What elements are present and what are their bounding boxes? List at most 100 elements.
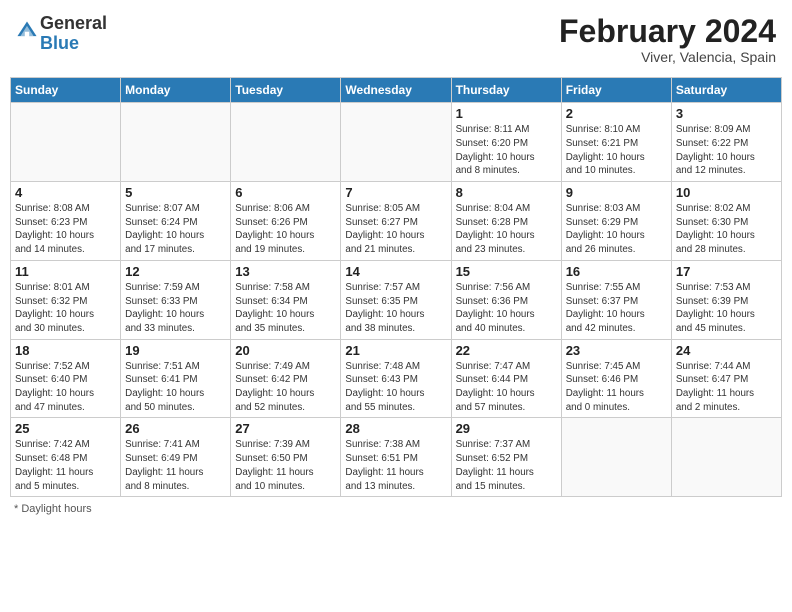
day-number: 14: [345, 264, 446, 279]
day-number: 2: [566, 106, 667, 121]
day-info: Sunrise: 8:11 AM Sunset: 6:20 PM Dayligh…: [456, 123, 557, 178]
month-year-title: February 2024: [559, 14, 776, 49]
day-number: 9: [566, 185, 667, 200]
column-header-thursday: Thursday: [451, 78, 561, 103]
calendar-cell: 8Sunrise: 8:04 AM Sunset: 6:28 PM Daylig…: [451, 182, 561, 261]
day-info: Sunrise: 8:03 AM Sunset: 6:29 PM Dayligh…: [566, 202, 667, 257]
day-info: Sunrise: 7:56 AM Sunset: 6:36 PM Dayligh…: [456, 281, 557, 336]
day-number: 8: [456, 185, 557, 200]
column-header-tuesday: Tuesday: [231, 78, 341, 103]
calendar-header-row: SundayMondayTuesdayWednesdayThursdayFrid…: [11, 78, 782, 103]
day-number: 18: [15, 343, 116, 358]
calendar-cell: [231, 103, 341, 182]
day-number: 11: [15, 264, 116, 279]
day-number: 22: [456, 343, 557, 358]
calendar-cell: 26 Sunrise: 7:41 AM Sunset: 6:49 PM Dayli…: [121, 418, 231, 497]
day-info: Sunrise: 7:58 AM Sunset: 6:34 PM Dayligh…: [235, 281, 336, 336]
calendar-cell: 27Sunrise: 7:39 AM Sunset: 6:50 PM Dayli…: [231, 418, 341, 497]
day-info: Sunrise: 8:01 AM Sunset: 6:32 PM Dayligh…: [15, 281, 116, 336]
day-number: 29: [456, 421, 557, 436]
calendar-cell: 1 Sunrise: 8:11 AM Sunset: 6:20 PM Daylig…: [451, 103, 561, 182]
calendar-week-2: 4 Sunrise: 8:08 AM Sunset: 6:23 PM Daylig…: [11, 182, 782, 261]
day-number: 24: [676, 343, 777, 358]
column-header-friday: Friday: [561, 78, 671, 103]
calendar-week-5: 25 Sunrise: 7:42 AM Sunset: 6:48 PM Dayli…: [11, 418, 782, 497]
footer-note: * Daylight hours: [10, 503, 782, 515]
day-number: 7: [345, 185, 446, 200]
day-number: 26: [125, 421, 226, 436]
location-text: Viver, Valencia, Spain: [559, 49, 776, 65]
calendar-week-3: 11 Sunrise: 8:01 AM Sunset: 6:32 PM Dayli…: [11, 260, 782, 339]
day-info: Sunrise: 7:44 AM Sunset: 6:47 PM Dayligh…: [676, 360, 777, 415]
day-info: Sunrise: 7:51 AM Sunset: 6:41 PM Dayligh…: [125, 360, 226, 415]
day-number: 10: [676, 185, 777, 200]
day-number: 15: [456, 264, 557, 279]
day-number: 16: [566, 264, 667, 279]
day-info: Sunrise: 7:42 AM Sunset: 6:48 PM Dayligh…: [15, 438, 116, 493]
calendar-cell: 6Sunrise: 8:06 AM Sunset: 6:26 PM Daylig…: [231, 182, 341, 261]
day-number: 20: [235, 343, 336, 358]
day-number: 17: [676, 264, 777, 279]
daylight-label: Daylight hours: [21, 503, 91, 515]
calendar-cell: [341, 103, 451, 182]
logo-general-text: General: [40, 13, 107, 33]
day-number: 21: [345, 343, 446, 358]
logo-icon: [16, 20, 38, 42]
calendar-table: SundayMondayTuesdayWednesdayThursdayFrid…: [10, 77, 782, 497]
day-number: 25: [15, 421, 116, 436]
day-info: Sunrise: 8:07 AM Sunset: 6:24 PM Dayligh…: [125, 202, 226, 257]
calendar-cell: 20Sunrise: 7:49 AM Sunset: 6:42 PM Dayli…: [231, 339, 341, 418]
calendar-cell: 17 Sunrise: 7:53 AM Sunset: 6:39 PM Dayli…: [671, 260, 781, 339]
day-number: 4: [15, 185, 116, 200]
calendar-cell: 25 Sunrise: 7:42 AM Sunset: 6:48 PM Dayli…: [11, 418, 121, 497]
day-info: Sunrise: 7:47 AM Sunset: 6:44 PM Dayligh…: [456, 360, 557, 415]
day-info: Sunrise: 8:05 AM Sunset: 6:27 PM Dayligh…: [345, 202, 446, 257]
logo: General Blue: [16, 14, 107, 54]
calendar-cell: 21 Sunrise: 7:48 AM Sunset: 6:43 PM Dayli…: [341, 339, 451, 418]
day-info: Sunrise: 7:38 AM Sunset: 6:51 PM Dayligh…: [345, 438, 446, 493]
day-info: Sunrise: 7:52 AM Sunset: 6:40 PM Dayligh…: [15, 360, 116, 415]
day-number: 1: [456, 106, 557, 121]
day-number: 12: [125, 264, 226, 279]
calendar-cell: 16 Sunrise: 7:55 AM Sunset: 6:37 PM Dayli…: [561, 260, 671, 339]
column-header-monday: Monday: [121, 78, 231, 103]
calendar-cell: 18 Sunrise: 7:52 AM Sunset: 6:40 PM Dayli…: [11, 339, 121, 418]
day-info: Sunrise: 7:48 AM Sunset: 6:43 PM Dayligh…: [345, 360, 446, 415]
day-info: Sunrise: 8:08 AM Sunset: 6:23 PM Dayligh…: [15, 202, 116, 257]
day-info: Sunrise: 7:57 AM Sunset: 6:35 PM Dayligh…: [345, 281, 446, 336]
calendar-cell: 5Sunrise: 8:07 AM Sunset: 6:24 PM Daylig…: [121, 182, 231, 261]
calendar-week-4: 18 Sunrise: 7:52 AM Sunset: 6:40 PM Dayli…: [11, 339, 782, 418]
calendar-cell: 14 Sunrise: 7:57 AM Sunset: 6:35 PM Dayli…: [341, 260, 451, 339]
calendar-cell: 19Sunrise: 7:51 AM Sunset: 6:41 PM Dayli…: [121, 339, 231, 418]
calendar-cell: 28 Sunrise: 7:38 AM Sunset: 6:51 PM Dayli…: [341, 418, 451, 497]
day-number: 28: [345, 421, 446, 436]
logo-blue-text: Blue: [40, 33, 79, 53]
day-info: Sunrise: 8:02 AM Sunset: 6:30 PM Dayligh…: [676, 202, 777, 257]
page-header: General Blue February 2024 Viver, Valenc…: [10, 10, 782, 69]
day-info: Sunrise: 8:06 AM Sunset: 6:26 PM Dayligh…: [235, 202, 336, 257]
calendar-cell: 2Sunrise: 8:10 AM Sunset: 6:21 PM Daylig…: [561, 103, 671, 182]
day-info: Sunrise: 7:55 AM Sunset: 6:37 PM Dayligh…: [566, 281, 667, 336]
day-info: Sunrise: 7:41 AM Sunset: 6:49 PM Dayligh…: [125, 438, 226, 493]
day-info: Sunrise: 7:39 AM Sunset: 6:50 PM Dayligh…: [235, 438, 336, 493]
day-number: 3: [676, 106, 777, 121]
calendar-cell: 12 Sunrise: 7:59 AM Sunset: 6:33 PM Dayli…: [121, 260, 231, 339]
day-info: Sunrise: 7:37 AM Sunset: 6:52 PM Dayligh…: [456, 438, 557, 493]
column-header-saturday: Saturday: [671, 78, 781, 103]
day-number: 23: [566, 343, 667, 358]
column-header-wednesday: Wednesday: [341, 78, 451, 103]
title-block: February 2024 Viver, Valencia, Spain: [559, 14, 776, 65]
calendar-cell: 29 Sunrise: 7:37 AM Sunset: 6:52 PM Dayli…: [451, 418, 561, 497]
calendar-week-1: 1 Sunrise: 8:11 AM Sunset: 6:20 PM Daylig…: [11, 103, 782, 182]
calendar-cell: [671, 418, 781, 497]
calendar-cell: 24 Sunrise: 7:44 AM Sunset: 6:47 PM Dayli…: [671, 339, 781, 418]
calendar-cell: 10 Sunrise: 8:02 AM Sunset: 6:30 PM Dayli…: [671, 182, 781, 261]
calendar-cell: 7 Sunrise: 8:05 AM Sunset: 6:27 PM Daylig…: [341, 182, 451, 261]
calendar-cell: 9 Sunrise: 8:03 AM Sunset: 6:29 PM Daylig…: [561, 182, 671, 261]
calendar-cell: [561, 418, 671, 497]
day-info: Sunrise: 7:59 AM Sunset: 6:33 PM Dayligh…: [125, 281, 226, 336]
day-info: Sunrise: 7:45 AM Sunset: 6:46 PM Dayligh…: [566, 360, 667, 415]
day-info: Sunrise: 7:53 AM Sunset: 6:39 PM Dayligh…: [676, 281, 777, 336]
calendar-cell: 4 Sunrise: 8:08 AM Sunset: 6:23 PM Daylig…: [11, 182, 121, 261]
calendar-cell: 11 Sunrise: 8:01 AM Sunset: 6:32 PM Dayli…: [11, 260, 121, 339]
